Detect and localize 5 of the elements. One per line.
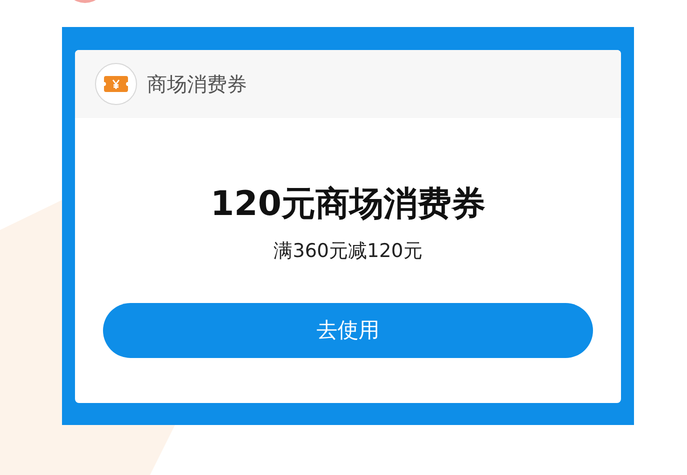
coupon-condition: 满360元减120元 [274, 238, 422, 264]
coupon-category: 商场消费券 [147, 71, 247, 98]
use-button[interactable]: 去使用 [103, 303, 593, 358]
ticket-icon [95, 63, 137, 105]
coupon-title: 120元商场消费券 [210, 184, 486, 225]
